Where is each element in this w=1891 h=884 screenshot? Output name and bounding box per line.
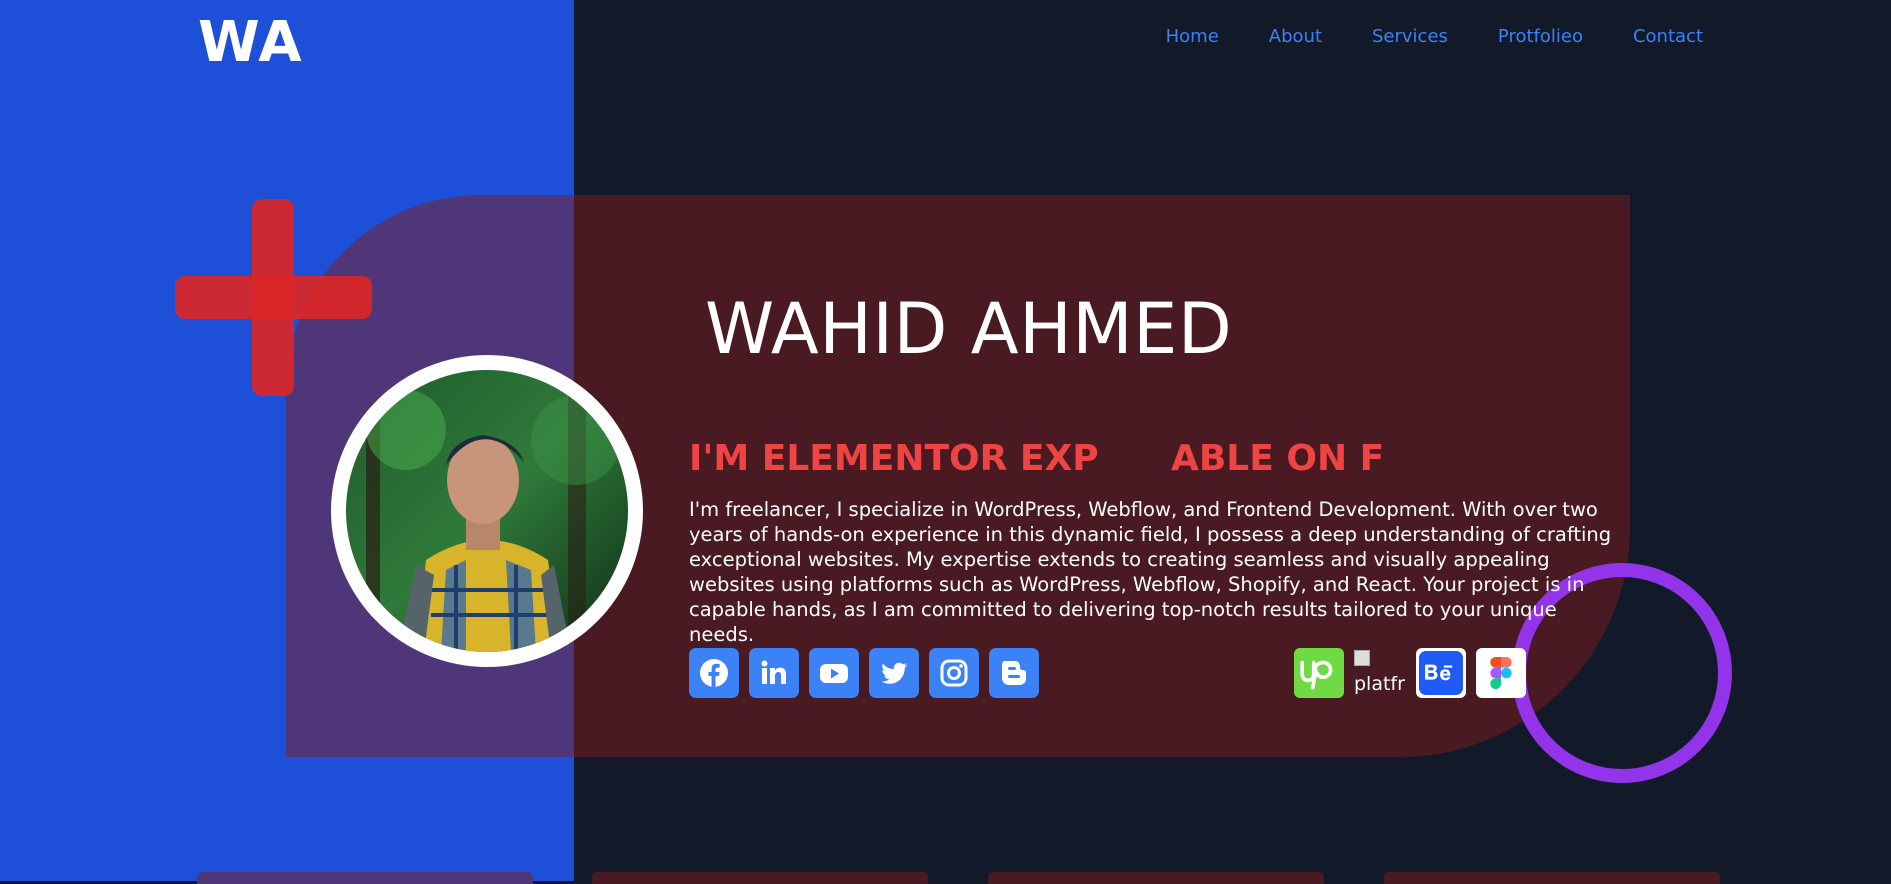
facebook-button[interactable] [689, 648, 739, 698]
nav-portfolio[interactable]: Protfolieo [1498, 26, 1583, 47]
behance-icon [1425, 664, 1453, 681]
hero-role-left: I'M ELEMENTOR EXP [689, 438, 1099, 479]
hero-bio: I'm freelancer, I specialize in WordPres… [689, 498, 1612, 646]
instagram-icon [940, 659, 968, 687]
site-logo[interactable]: WA [198, 10, 303, 75]
behance-tile [1419, 651, 1463, 695]
avatar-frame [331, 355, 643, 667]
avatar [346, 370, 628, 652]
instagram-button[interactable] [929, 648, 979, 698]
figma-button[interactable] [1476, 648, 1526, 698]
linkedin-button[interactable] [749, 648, 799, 698]
blogger-icon [1002, 661, 1026, 685]
bottom-card-3 [988, 872, 1324, 884]
linkedin-icon [761, 660, 786, 684]
blogger-button[interactable] [989, 648, 1039, 698]
behance-button[interactable] [1416, 648, 1466, 698]
hero-name: WAHID AHMED [705, 288, 1233, 370]
figma-icon [1490, 657, 1512, 689]
facebook-icon [700, 659, 728, 687]
youtube-button[interactable] [809, 648, 859, 698]
broken-image-icon [1354, 650, 1370, 666]
upwork-button[interactable] [1294, 648, 1344, 698]
bottom-card-4 [1384, 872, 1720, 884]
nav-home[interactable]: Home [1166, 26, 1219, 47]
twitter-icon [881, 662, 908, 684]
hero-role-right: ABLE ON F [1171, 438, 1385, 479]
nav-services[interactable]: Services [1372, 26, 1448, 47]
upwork-icon [1300, 660, 1333, 690]
platform-links: platfr [1294, 648, 1526, 698]
bottom-card-1 [197, 872, 533, 884]
main-nav: Home About Services Protfolieo Contact [1166, 26, 1703, 47]
broken-platform-image[interactable]: platfr [1354, 648, 1406, 698]
nav-contact[interactable]: Contact [1633, 26, 1703, 47]
social-links [689, 648, 1039, 698]
nav-about[interactable]: About [1269, 26, 1322, 47]
profile-photo [346, 370, 628, 652]
bottom-card-2 [592, 872, 928, 884]
plus-decoration-horizontal [175, 276, 372, 319]
twitter-button[interactable] [869, 648, 919, 698]
broken-image-alt: platfr [1354, 673, 1405, 695]
youtube-icon [820, 664, 848, 683]
